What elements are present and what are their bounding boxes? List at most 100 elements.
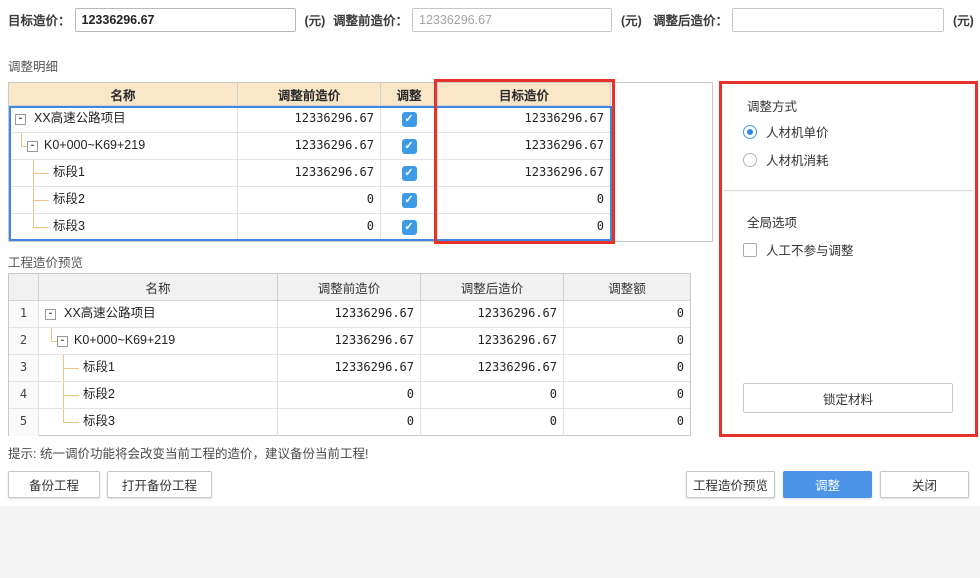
tree-connector [33,200,49,201]
table-row[interactable]: -XX高速公路项目12336296.67✓12336296.67 [9,106,712,133]
delta-cell: 0 [564,409,690,436]
after-cost-label: 调整后造价： [653,10,728,29]
tree-connector [63,368,79,369]
radio-unit-price-option[interactable]: 人材机单价 [743,122,829,141]
radio-selected-icon [743,125,757,139]
before-cost-cell: 0 [238,187,381,214]
after-cost-cell: 12336296.67 [421,328,564,355]
adjust-detail-table: 名称调整前造价调整目标造价-XX高速公路项目12336296.67✓123362… [8,82,713,242]
target-cost-unit: (元) [305,10,326,29]
before-cost-field-group: 调整前造价： (元) [333,7,642,32]
column-header: 目标造价 [438,83,611,106]
after-cost-cell: 0 [421,382,564,409]
unified-price-adjust-dialog: 目标造价： (元) 调整前造价： (元) 调整后造价： (元) 调整明细 工程造… [0,0,980,578]
after-cost-cell: 12336296.67 [421,355,564,382]
tree-connector [63,422,79,423]
target-cost-cell[interactable]: 0 [438,187,611,214]
name-cell: 标段3 [39,409,278,436]
adjust-options-panel: 调整方式 人材机单价 人材机消耗 全局选项 人工不参与调整 锁定材料 [722,84,975,434]
project-cost-preview-button[interactable]: 工程造价预览 [686,471,775,498]
table-row[interactable]: 标段30✓0 [9,214,712,241]
target-cost-cell[interactable]: 12336296.67 [438,160,611,187]
tree-expand-toggle[interactable]: - [27,141,38,152]
adjust-checkbox[interactable]: ✓ [402,139,417,154]
table-row[interactable]: 标段112336296.67✓12336296.67 [9,160,712,187]
row-filler [611,133,712,160]
name-cell: 标段3 [9,214,238,241]
backup-project-button[interactable]: 备份工程 [8,471,100,498]
adjust-method-label: 调整方式 [747,96,797,115]
header-filler [611,83,712,106]
adjust-checkbox[interactable]: ✓ [402,220,417,235]
name-cell: 标段2 [39,382,278,409]
tree-expand-toggle[interactable]: - [45,309,56,320]
name-cell: 标段1 [39,355,278,382]
delta-cell: 0 [564,355,690,382]
row-number-cell: 1 [9,301,39,328]
row-filler [611,187,712,214]
column-header [9,274,39,300]
delta-cell: 0 [564,301,690,328]
tree-connector [33,173,49,174]
tree-node-label: 标段2 [53,187,85,212]
preview-table: 名称调整前造价调整后造价调整额1-XX高速公路项目12336296.671233… [8,273,691,436]
adjust-cell: ✓ [381,106,438,133]
labor-exclude-label: 人工不参与调整 [766,240,854,259]
global-options-label: 全局选项 [747,212,797,231]
column-header: 调整前造价 [278,274,421,300]
table-row[interactable]: 3标段112336296.6712336296.670 [9,355,690,382]
lock-materials-button[interactable]: 锁定材料 [743,383,953,413]
tree-node-label: K0+000~K69+219 [44,133,145,158]
tree-expand-toggle[interactable]: - [15,114,26,125]
before-cost-cell: 12336296.67 [278,328,421,355]
table-row[interactable]: 4标段2000 [9,382,690,409]
table-row[interactable]: -K0+000~K69+21912336296.67✓12336296.67 [9,133,712,160]
adjust-checkbox[interactable]: ✓ [402,193,417,208]
name-cell: -K0+000~K69+219 [9,133,238,160]
radio-consumption-label: 人材机消耗 [766,150,829,169]
tree-node-label: XX高速公路项目 [34,106,126,131]
column-header: 调整 [381,83,438,106]
labor-exclude-checkbox[interactable]: 人工不参与调整 [743,240,854,259]
target-cost-cell[interactable]: 12336296.67 [438,106,611,133]
adjust-cell: ✓ [381,160,438,187]
after-cost-cell: 0 [421,409,564,436]
before-cost-cell: 12336296.67 [238,133,381,160]
tree-connector [21,133,22,146]
backup-hint-text: 提示: 统一调价功能将会改变当前工程的造价，建议备份当前工程! [8,443,368,462]
adjust-cell: ✓ [381,133,438,160]
dialog-outside-background [0,506,980,578]
close-button[interactable]: 关闭 [880,471,969,498]
checkbox-unchecked-icon [743,243,757,257]
row-filler [611,160,712,187]
row-number-cell: 3 [9,355,39,382]
name-cell: -K0+000~K69+219 [39,328,278,355]
row-filler [611,106,712,133]
radio-unselected-icon [743,153,757,167]
before-cost-input[interactable] [412,8,612,32]
radio-consumption-option[interactable]: 人材机消耗 [743,150,829,169]
open-backup-project-button[interactable]: 打开备份工程 [107,471,212,498]
table-row[interactable]: 1-XX高速公路项目12336296.6712336296.670 [9,301,690,328]
target-cost-cell[interactable]: 12336296.67 [438,133,611,160]
after-cost-cell: 12336296.67 [421,301,564,328]
adjust-checkbox[interactable]: ✓ [402,166,417,181]
tree-expand-toggle[interactable]: - [57,336,68,347]
target-cost-input[interactable] [75,8,296,32]
table-row[interactable]: 5标段3000 [9,409,690,436]
name-cell: 标段2 [9,187,238,214]
adjust-button[interactable]: 调整 [783,471,872,498]
target-cost-cell[interactable]: 0 [438,214,611,241]
table-row[interactable]: 标段2 0 ✓ 0 [9,187,712,214]
before-cost-cell: 0 [278,409,421,436]
adjust-checkbox[interactable]: ✓ [402,112,417,127]
after-cost-input[interactable] [732,8,944,32]
tree-connector [33,214,34,227]
target-cost-label: 目标造价： [8,10,71,29]
name-cell: -XX高速公路项目 [39,301,278,328]
before-cost-unit: (元) [621,10,642,29]
preview-section-label: 工程造价预览 [8,252,83,271]
table-row[interactable]: 2-K0+000~K69+21912336296.6712336296.670 [9,328,690,355]
tree-node-label: 标段1 [83,355,115,380]
column-header: 调整额 [564,274,690,300]
